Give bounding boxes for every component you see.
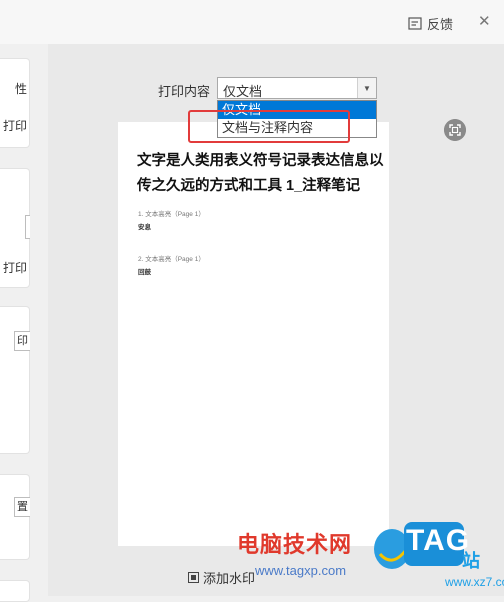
feedback-label: 反馈	[427, 17, 454, 32]
print-content-label: 打印内容	[158, 84, 211, 99]
settings-card: 性 打印	[0, 58, 30, 148]
annotation-text: 回鼓	[138, 269, 151, 276]
watermark-site-url: www.tagxp.com	[255, 563, 347, 578]
settings-input[interactable]	[25, 215, 30, 239]
annotation-text: 安息	[138, 224, 151, 231]
watermark-logo-suffix: 站	[462, 551, 480, 571]
feedback-icon	[408, 17, 422, 30]
highlight-box	[188, 110, 350, 143]
card-text: 打印	[2, 261, 27, 275]
settings-panel: 性 打印 打印 印 置	[0, 44, 46, 602]
add-watermark-button[interactable]: 添加水印	[188, 568, 255, 587]
document-title: 文字是人类用表义符号记录表达信息以传之久远的方式和工具 1_注释笔记	[137, 153, 384, 194]
page-preview: 文字是人类用表义符号记录表达信息以传之久远的方式和工具 1_注释笔记 1. 文本…	[118, 122, 389, 546]
watermark-site-name: 电脑技术网	[237, 532, 353, 557]
watermark-logo-text: TAG	[406, 524, 471, 557]
print-content-select[interactable]: 仅文档 ▼	[217, 77, 377, 99]
settings-button[interactable]: 置	[14, 497, 30, 517]
card-text: 打印	[2, 119, 27, 133]
fit-screen-icon[interactable]	[444, 119, 466, 141]
feedback-button[interactable]: 反馈	[408, 14, 453, 33]
dialog-header: 反馈 ✕	[0, 0, 504, 44]
settings-card: 印	[0, 306, 30, 454]
close-icon[interactable]: ✕	[478, 13, 491, 31]
card-text: 性	[14, 82, 27, 96]
settings-card: 置	[0, 474, 30, 560]
add-watermark-icon	[188, 572, 199, 583]
settings-button[interactable]: 印	[14, 331, 30, 351]
select-value: 仅文档	[223, 84, 263, 99]
add-watermark-label: 添加水印	[203, 571, 256, 586]
settings-card: 打印	[0, 168, 30, 288]
annotation-header: 1. 文本高亮（Page 1）	[138, 211, 205, 218]
chevron-down-icon[interactable]: ▼	[357, 78, 376, 98]
watermark-logo-url: www.xz7.com	[445, 575, 504, 589]
annotation-header: 2. 文本高亮（Page 1）	[138, 256, 205, 263]
settings-card	[0, 580, 30, 602]
